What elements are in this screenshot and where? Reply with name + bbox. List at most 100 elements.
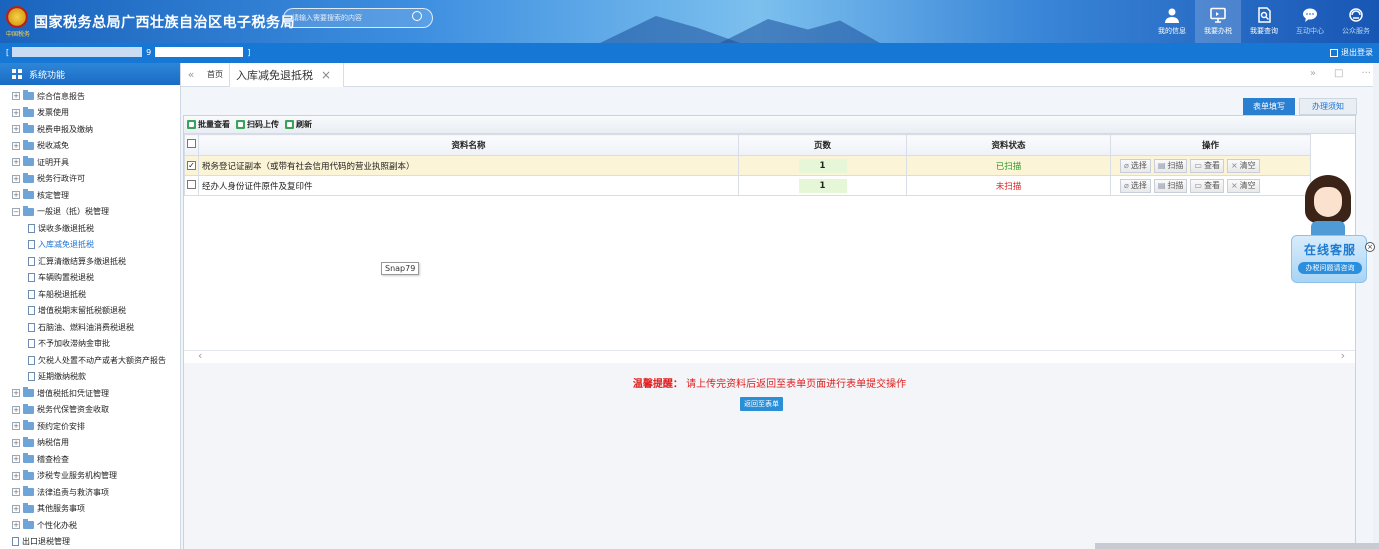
sidebar-item[interactable]: 出口退税管理 — [0, 534, 180, 549]
scroll-right-icon[interactable]: › — [1341, 349, 1345, 362]
nav-public-service[interactable]: 公众服务 — [1333, 0, 1379, 43]
maximize-icon[interactable]: □ — [1334, 68, 1343, 79]
nav-query[interactable]: 我要查询 — [1241, 0, 1287, 43]
expand-icon[interactable]: + — [12, 438, 20, 447]
scroll-left-icon[interactable]: ‹ — [198, 349, 202, 362]
expand-icon[interactable]: + — [12, 108, 20, 117]
sidebar-item[interactable]: + 增值税抵扣凭证管理 — [0, 385, 180, 402]
folder-icon — [23, 519, 34, 530]
sidebar-item[interactable]: + 税费申报及缴纳 — [0, 121, 180, 138]
sidebar-item[interactable]: 车船税退抵税 — [0, 286, 180, 303]
sidebar-item[interactable]: + 个性化办税 — [0, 517, 180, 534]
page-horizontal-scrollbar[interactable] — [1095, 543, 1379, 549]
expand-icon[interactable]: + — [12, 471, 20, 480]
more-icon[interactable]: ··· — [1361, 68, 1371, 79]
expand-icon[interactable]: + — [12, 504, 20, 513]
expand-icon[interactable]: + — [12, 158, 20, 167]
sidebar-item[interactable]: 车辆购置税退税 — [0, 270, 180, 287]
sidebar-item[interactable]: 延期缴纳税款 — [0, 369, 180, 386]
sidebar-item-label: 税收减免 — [37, 141, 69, 151]
collapse-icon[interactable]: − — [12, 207, 20, 216]
row-checkbox[interactable]: ✓ — [187, 160, 196, 170]
expand-icon[interactable]: + — [12, 389, 20, 398]
nav-handle-tax[interactable]: 我要办税 — [1195, 0, 1241, 43]
online-service-widget[interactable]: 在线客服 办税问题请咨询 × — [1289, 175, 1375, 285]
select-file-button[interactable]: ⌀ 选择 — [1120, 178, 1151, 193]
view-button[interactable]: ▭ 查看 — [1190, 178, 1224, 193]
expand-icon[interactable]: + — [12, 455, 20, 464]
sidebar-item[interactable]: 不予加收滞纳金审批 — [0, 336, 180, 353]
sidebar-item[interactable]: 石脑油、燃料油消费税退税 — [0, 319, 180, 336]
expand-icon[interactable]: + — [12, 92, 20, 101]
tax-emblem-icon — [6, 6, 28, 28]
document-icon — [28, 372, 35, 382]
row-checkbox[interactable] — [187, 179, 196, 189]
sidebar-item[interactable]: + 发票使用 — [0, 105, 180, 122]
col-pages-header: 页数 — [738, 134, 907, 156]
sidebar-item-label: 一般退（抵）税管理 — [37, 207, 109, 217]
sidebar-item[interactable]: + 法律追责与救济事项 — [0, 484, 180, 501]
expand-icon[interactable]: + — [12, 422, 20, 431]
logout-button[interactable]: 退出登录 — [1330, 47, 1373, 58]
nav-my-info[interactable]: 我的信息 — [1149, 0, 1195, 43]
expand-icon[interactable]: + — [12, 191, 20, 200]
tab-active[interactable]: 入库减免退抵税 × — [229, 62, 345, 87]
tab-form-fill[interactable]: 表单填写 — [1243, 98, 1295, 115]
select-file-button[interactable]: ⌀ 选择 — [1120, 158, 1151, 173]
sidebar-item[interactable]: + 综合信息报告 — [0, 88, 180, 105]
sidebar-item[interactable]: 欠税人处置不动产或者大额资产报告 — [0, 352, 180, 369]
tab-home[interactable]: 首页 — [201, 69, 229, 80]
sidebar-item[interactable]: + 税务代保管资金收取 — [0, 402, 180, 419]
search-icon[interactable] — [412, 11, 422, 21]
sidebar-item[interactable]: 误收多缴退抵税 — [0, 220, 180, 237]
view-button[interactable]: ▭ 查看 — [1190, 158, 1224, 173]
sidebar-item[interactable]: + 税收减免 — [0, 138, 180, 155]
sidebar-item[interactable]: + 涉税专业服务机构管理 — [0, 468, 180, 485]
expand-icon[interactable]: + — [12, 405, 20, 414]
close-icon[interactable]: × — [1365, 242, 1375, 252]
table-row[interactable]: 经办人身份证件原件及复印件 1 未扫描 ⌀ 选择 ▤ 扫描 ▭ 查看 × 清空 — [184, 175, 1311, 196]
sidebar-item[interactable]: + 纳税信用 — [0, 435, 180, 452]
expand-icon[interactable]: + — [12, 521, 20, 530]
search-input[interactable] — [283, 8, 433, 28]
sidebar-item[interactable]: + 预约定价安排 — [0, 418, 180, 435]
back-to-form-button[interactable]: 返回至表单 — [740, 397, 783, 411]
reminder-area: 温馨提醒： 请上传完资料后返回至表单页面进行表单提交操作 返回至表单 — [184, 363, 1355, 549]
sidebar-item[interactable]: + 其他服务事项 — [0, 501, 180, 518]
refresh-button[interactable]: 刷新 — [285, 119, 312, 130]
sidebar-item[interactable]: + 税务行政许可 — [0, 171, 180, 188]
sidebar-item[interactable]: + 证明开具 — [0, 154, 180, 171]
select-all-checkbox[interactable] — [187, 139, 196, 148]
table-row[interactable]: ✓ 税务登记证副本（或带有社会信用代码的营业执照副本） 1 已扫描 ⌀ 选择 ▤ 扫描 ▭ 查看 ×… — [184, 155, 1311, 176]
scan-button[interactable]: ▤ 扫描 — [1153, 178, 1188, 193]
expand-icon[interactable]: + — [12, 125, 20, 134]
sidebar-item-label: 延期缴纳税款 — [38, 372, 86, 382]
horizontal-scrollbar[interactable]: ‹ › — [184, 349, 1355, 362]
service-title: 在线客服 — [1303, 243, 1356, 257]
sidebar-item[interactable]: + 稽查检查 — [0, 451, 180, 468]
tab-scroll-right-icon[interactable]: » — [1310, 68, 1316, 79]
expand-icon[interactable]: + — [12, 141, 20, 150]
clear-button[interactable]: × 清空 — [1226, 158, 1260, 173]
service-consult-button[interactable]: 办税问题请咨询 — [1298, 262, 1362, 274]
close-icon[interactable]: × — [321, 68, 331, 82]
sidebar-item[interactable]: 入库减免退抵税 — [0, 237, 180, 254]
tab-scroll-left-icon[interactable]: « — [181, 68, 201, 81]
expand-icon[interactable]: + — [12, 488, 20, 497]
sidebar-item[interactable]: − 一般退（抵）税管理 — [0, 204, 180, 221]
sidebar-item-label: 石脑油、燃料油消费税退税 — [38, 322, 134, 332]
scan-upload-button[interactable]: 扫码上传 — [236, 119, 279, 130]
nav-interaction[interactable]: 互动中心 — [1287, 0, 1333, 43]
materials-card: 批量查看 扫码上传 刷新 资料名称 页数 资料状态 操作 ✓ 税务登记证副本（或带… — [183, 115, 1356, 549]
tab-notice[interactable]: 办理须知 — [1299, 98, 1357, 115]
sidebar-item[interactable]: 增值税期末留抵税额退税 — [0, 303, 180, 320]
sidebar-item[interactable]: 汇算清缴结算多缴退抵税 — [0, 253, 180, 270]
clear-button[interactable]: × 清空 — [1226, 178, 1260, 193]
batch-view-button[interactable]: 批量查看 — [187, 119, 230, 130]
service-panel[interactable]: 在线客服 办税问题请咨询 — [1291, 235, 1367, 283]
expand-icon[interactable]: + — [12, 174, 20, 183]
folder-icon — [23, 387, 34, 398]
sidebar-item[interactable]: + 核定管理 — [0, 187, 180, 204]
scan-button[interactable]: ▤ 扫描 — [1153, 158, 1188, 173]
vertical-scrollbar[interactable] — [1373, 63, 1379, 549]
